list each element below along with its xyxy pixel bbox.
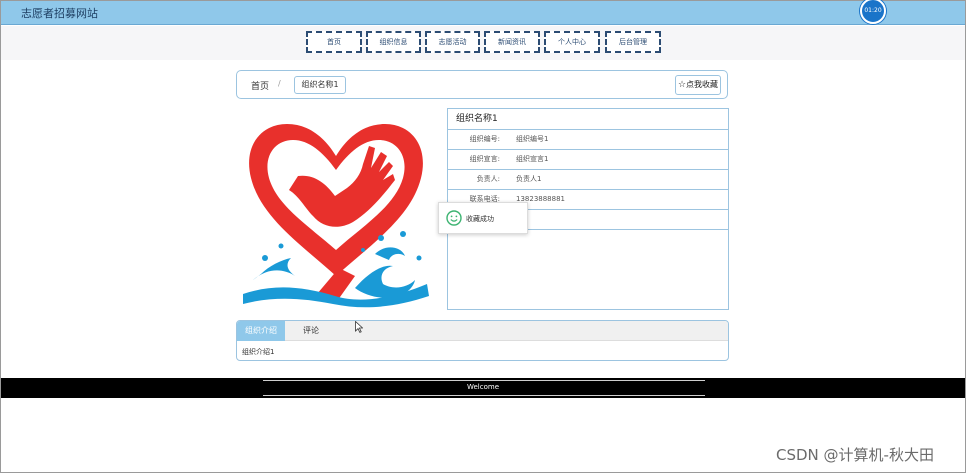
nav-item-home[interactable]: 首页: [306, 31, 362, 53]
smile-icon: [446, 210, 462, 226]
info-value: 组织宣言1: [516, 155, 549, 163]
introduction-text: 组织介绍1: [242, 348, 275, 356]
breadcrumb-current: 组织名称1: [294, 76, 346, 94]
organization-logo: [243, 124, 429, 308]
star-icon: ☆: [677, 80, 687, 90]
tab-introduction[interactable]: 组织介绍: [237, 321, 285, 341]
nav-item-admin[interactable]: 后台管理: [605, 31, 661, 53]
clock-badge: 01:20: [860, 0, 886, 24]
success-toast: 收藏成功: [438, 202, 528, 234]
nav-item-news[interactable]: 新闻资讯: [484, 31, 540, 53]
footer-divider: [263, 395, 705, 396]
footer-divider: [263, 380, 705, 381]
nav-item-organizations[interactable]: 组织信息: [366, 31, 421, 53]
favorite-button[interactable]: ☆点我收藏: [675, 75, 721, 95]
info-key: 负责人:: [476, 175, 500, 183]
info-row: 组织宣言: 组织宣言1: [448, 150, 728, 170]
breadcrumb-separator: /: [278, 79, 281, 88]
info-row: 负责人: 负责人1: [448, 170, 728, 190]
info-value: 负责人1: [516, 175, 542, 183]
top-bar: 志愿者招募网站 01:20: [1, 0, 965, 25]
info-key: 组织编号:: [469, 135, 500, 143]
detail-tabs: 组织介绍 评论 组织介绍1: [236, 320, 729, 361]
footer: Welcome: [1, 378, 965, 398]
nav-band: [1, 26, 965, 60]
organization-name: 组织名称1: [448, 109, 728, 130]
footer-text: Welcome: [466, 383, 500, 391]
watermark: CSDN @计算机-秋大田: [776, 446, 934, 464]
tab-bar: 组织介绍 评论: [237, 321, 728, 341]
toast-message: 收藏成功: [466, 215, 494, 223]
favorite-button-label: 点我收藏: [686, 80, 719, 89]
info-value: 组织编号1: [516, 135, 549, 143]
nav-item-activities[interactable]: 志愿活动: [425, 31, 480, 53]
breadcrumb: 首页 / 组织名称1 ☆点我收藏: [236, 70, 728, 99]
info-key: 组织宣言:: [469, 155, 500, 163]
info-row: 组织编号: 组织编号1: [448, 130, 728, 150]
tab-comments[interactable]: 评论: [289, 321, 333, 341]
nav-item-personal-center[interactable]: 个人中心: [544, 31, 600, 53]
breadcrumb-home[interactable]: 首页: [251, 79, 269, 92]
mouse-cursor-icon: [355, 321, 363, 333]
site-title[interactable]: 志愿者招募网站: [21, 5, 98, 21]
